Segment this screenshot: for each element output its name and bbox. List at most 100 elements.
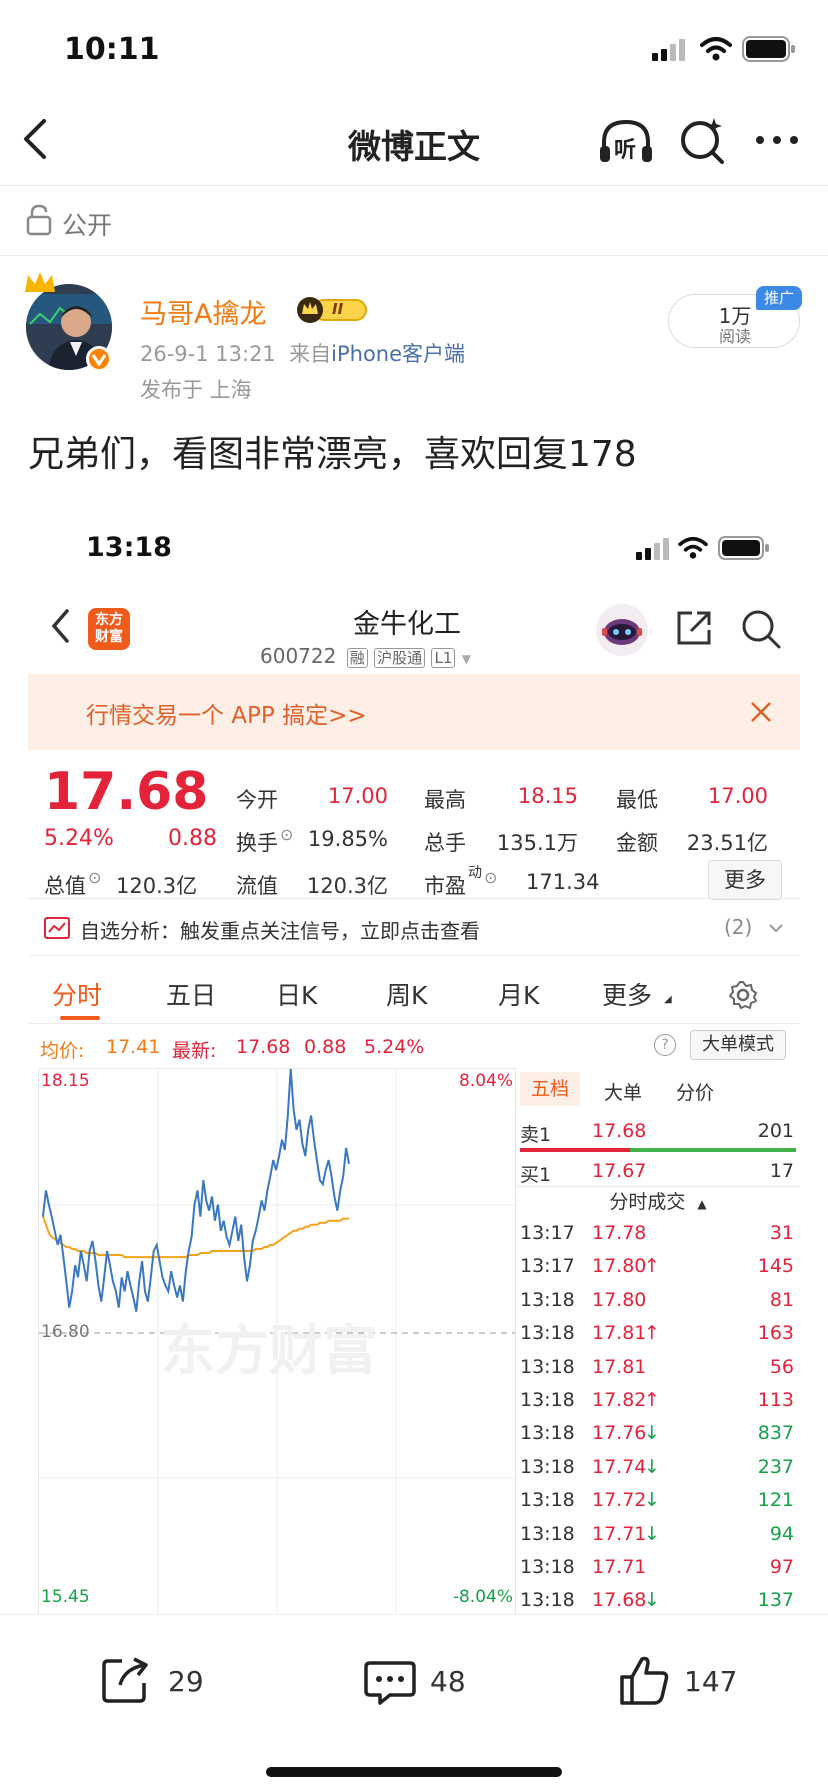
y-top-label: 18.15 <box>41 1071 90 1091</box>
share-button[interactable]: 29 <box>100 1651 260 1711</box>
trade-time: 13:18 <box>520 1288 575 1311</box>
chart-tabs: 分时 五日 日K 周K 月K 更多 ◢ <box>28 968 800 1024</box>
visibility-row: 公开 <box>0 186 828 256</box>
search-icon[interactable] <box>678 116 726 164</box>
pe-info-icon[interactable]: ⊙ <box>484 868 497 887</box>
trade-row: 13:18 17.68 ↓ 137 <box>516 1585 800 1614</box>
battery-icon <box>742 36 795 62</box>
side-tab-level5[interactable]: 五档 <box>520 1072 580 1106</box>
thumbs-up-icon <box>620 1656 669 1705</box>
trade-volume: 163 <box>757 1322 794 1345</box>
chart-watermark: 东方财富 <box>161 1319 377 1382</box>
embedded-screenshot[interactable]: 13:18 东方 财富 金牛化工 600722 融 沪股通 L1 ▼ 行情交易一… <box>28 510 800 1614</box>
latest-change: 0.88 <box>304 1036 347 1058</box>
avg-label: 均价: <box>40 1040 85 1062</box>
comment-count: 48 <box>430 1665 466 1698</box>
trade-arrow: ↓ <box>644 1489 660 1512</box>
status-bar: 10:11 <box>0 0 828 96</box>
post-location: 发布于 上海 <box>140 378 252 402</box>
eastmoney-logo: 东方 财富 <box>88 608 130 650</box>
pe-value: 171.34 <box>526 870 600 894</box>
sell1-label: 卖1 <box>520 1124 552 1146</box>
promo-banner[interactable]: 行情交易一个 APP 搞定>> <box>28 674 800 750</box>
nav-bar: 微博正文 听 <box>0 96 828 186</box>
vip-level: II <box>332 300 344 318</box>
trade-arrow: ↓ <box>644 1522 660 1545</box>
shot-wifi-icon <box>678 536 708 559</box>
tab-week-k[interactable]: 周K <box>386 976 427 1012</box>
trade-time: 13:18 <box>520 1422 575 1445</box>
trade-price: 17.74 <box>592 1455 647 1478</box>
amount-value: 23.51亿 <box>686 831 768 855</box>
trade-volume: 81 <box>769 1288 794 1311</box>
bid-ask-bar <box>520 1148 796 1152</box>
y-bottom-label: 15.45 <box>41 1587 90 1607</box>
chevron-down-icon <box>769 924 783 933</box>
trade-time: 13:18 <box>520 1489 575 1512</box>
volume-value: 135.1万 <box>496 831 578 855</box>
more-button[interactable]: 更多 <box>708 860 782 900</box>
trade-price: 17.80 <box>592 1255 647 1278</box>
trade-price: 17.81 <box>592 1355 647 1378</box>
mcap-value: 120.3亿 <box>116 874 198 898</box>
shot-share-icon[interactable] <box>674 608 714 648</box>
listen-button[interactable]: 听 <box>598 116 654 166</box>
tab-more[interactable]: 更多 <box>602 976 652 1012</box>
turnover-value: 19.85% <box>307 827 388 851</box>
more-icon[interactable] <box>754 134 800 146</box>
change-pct: 5.24% <box>44 826 114 851</box>
chart-svg: 东方财富 <box>39 1069 515 1614</box>
trade-arrow: ↓ <box>644 1455 660 1478</box>
comment-button[interactable]: 48 <box>364 1651 524 1711</box>
trade-price: 17.82 <box>592 1389 647 1411</box>
buy1-row: 买1 17.67 17 <box>516 1156 800 1186</box>
side-tab-big-orders[interactable]: 大单 <box>604 1078 642 1105</box>
code-dropdown-icon[interactable]: ▼ <box>462 652 471 666</box>
like-button[interactable]: 147 <box>618 1651 778 1711</box>
trade-volume: 31 <box>769 1222 794 1244</box>
big-order-mode-button[interactable]: 大单模式 <box>690 1030 786 1060</box>
trade-arrow: ↓ <box>644 1422 660 1445</box>
tab-fenshi[interactable]: 分时 <box>52 976 102 1012</box>
help-icon[interactable]: ? <box>654 1034 676 1056</box>
tab-more-caret-icon: ◢ <box>664 994 672 1005</box>
intraday-chart[interactable]: 东方财富 18.15 16.80 15.45 8.04% -8.04% <box>38 1068 516 1614</box>
shot-search-icon[interactable] <box>740 608 782 650</box>
trade-row: 13:18 17.80 81 <box>516 1285 800 1318</box>
close-icon[interactable] <box>750 701 772 723</box>
price-line <box>42 1069 350 1312</box>
trade-volume: 97 <box>769 1556 794 1578</box>
trades-header[interactable]: 分时成交 ▲ <box>516 1186 800 1216</box>
post-source[interactable]: iPhone客户端 <box>331 342 465 366</box>
settings-gear-icon[interactable] <box>728 980 758 1010</box>
trade-time: 13:18 <box>520 1455 575 1478</box>
pe-label: 市盈 <box>424 874 466 898</box>
mcap-info-icon[interactable]: ⊙ <box>88 868 101 887</box>
tab-day-k[interactable]: 日K <box>276 976 317 1012</box>
shot-back-icon[interactable] <box>50 608 70 644</box>
stock-code: 600722 <box>260 644 337 668</box>
trade-row: 13:18 17.76 ↓ 837 <box>516 1418 800 1451</box>
trade-row: 13:18 17.71 ↓ 94 <box>516 1519 800 1552</box>
trade-row: 13:17 17.78 31 <box>516 1218 800 1251</box>
side-tab-price-dist[interactable]: 分价 <box>676 1078 714 1105</box>
post-text: 兄弟们，看图非常漂亮，喜欢回复178 <box>28 434 637 475</box>
analysis-icon <box>44 917 70 939</box>
analysis-row[interactable]: 自选分析：触发重点关注信号，立即点击查看 (2) <box>28 898 800 956</box>
trade-time: 13:17 <box>520 1255 575 1278</box>
wifi-icon <box>700 37 732 61</box>
post-meta: 26-9-1 13:21 来自iPhone客户端 <box>140 338 465 368</box>
tag-connect: 沪股通 <box>374 648 426 668</box>
author-name[interactable]: 马哥A擒龙 <box>140 292 266 331</box>
trade-arrow: ↓ <box>644 1589 660 1612</box>
trade-volume: 113 <box>757 1389 794 1411</box>
y-mid-label: 16.80 <box>41 1322 90 1342</box>
float-value: 120.3亿 <box>306 874 388 898</box>
tab-month-k[interactable]: 月K <box>498 976 539 1012</box>
tab-5day[interactable]: 五日 <box>166 976 216 1012</box>
trade-row: 13:18 17.72 ↓ 121 <box>516 1485 800 1518</box>
signal-icon <box>652 39 685 61</box>
robot-avatar[interactable] <box>596 604 648 656</box>
trade-arrow: ↑ <box>644 1255 660 1278</box>
visibility-label: 公开 <box>62 211 113 240</box>
